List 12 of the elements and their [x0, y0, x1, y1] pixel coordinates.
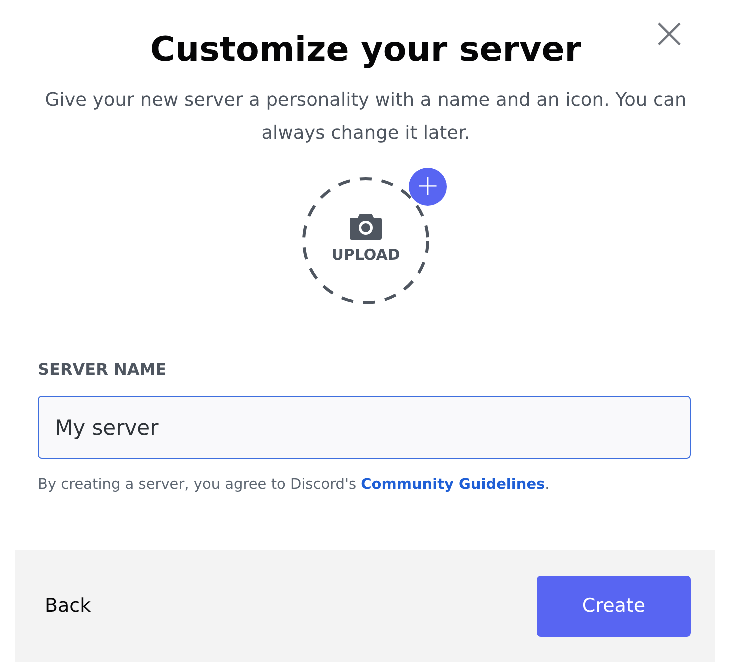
close-button[interactable]: × [647, 14, 692, 54]
back-button[interactable]: Back [45, 592, 92, 620]
guidelines-link[interactable]: Community Guidelines [361, 477, 546, 493]
camera-icon [350, 212, 382, 240]
terms-note: By creating a server, you agree to Discord's Community Guidelines. [38, 476, 551, 495]
create-button[interactable]: Create [537, 576, 691, 636]
server-name-field[interactable]: My server [38, 396, 691, 459]
add-badge[interactable]: + [409, 168, 447, 206]
dialog-subtitle: Give your new server a personality with a name and an icon. You can always change it later. [44, 89, 688, 146]
upload-label: UPLOAD [332, 245, 400, 266]
field-label: SERVER NAME [38, 359, 167, 381]
dialog-title: Customize your server [150, 29, 582, 72]
